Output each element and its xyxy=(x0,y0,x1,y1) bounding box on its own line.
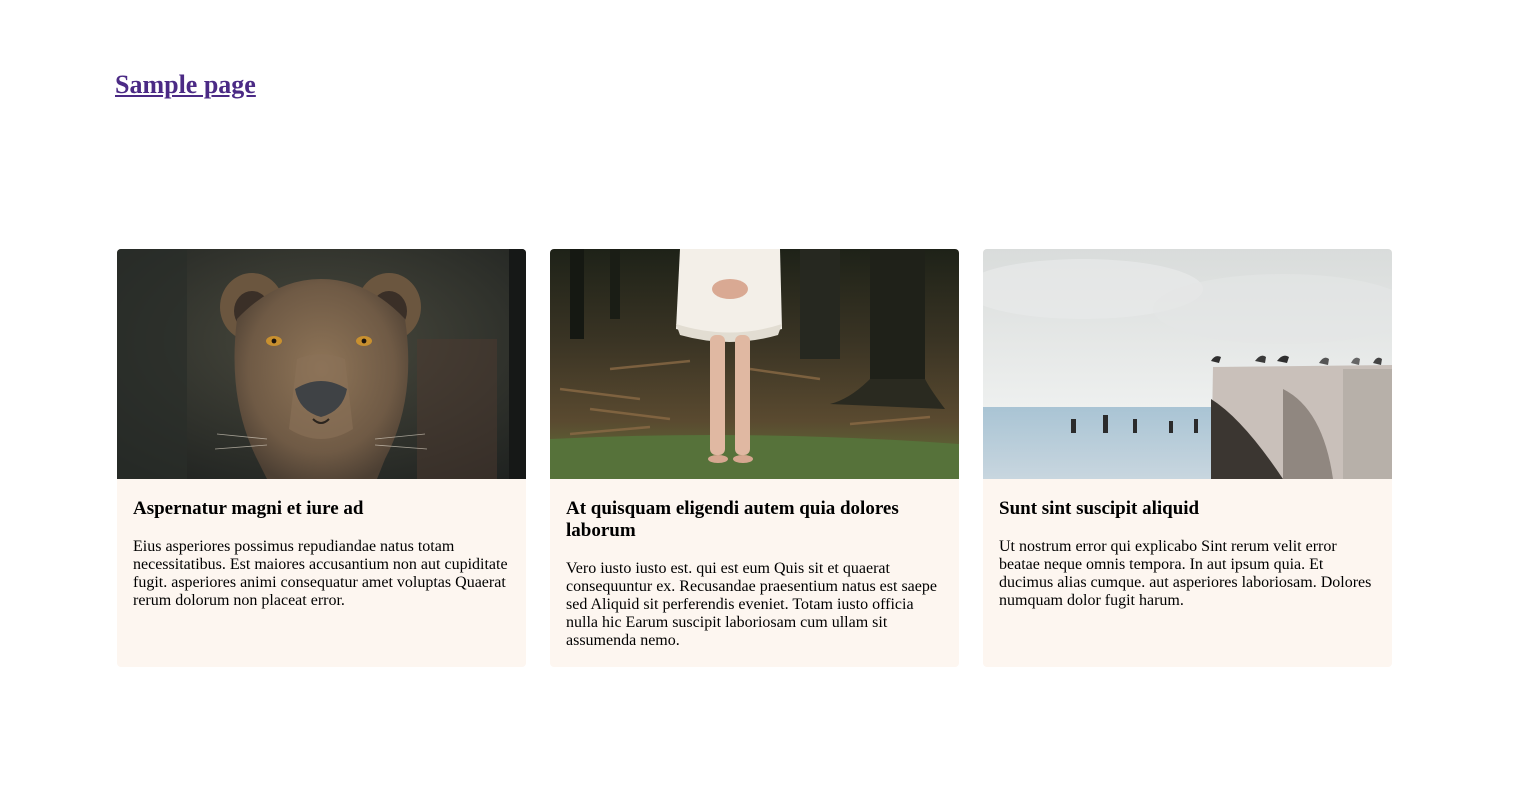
site-title: Sample page xyxy=(115,70,256,100)
card: Sunt sint suscipit aliquid Ut nostrum er… xyxy=(983,249,1392,667)
card-title: Aspernatur magni et iure ad xyxy=(133,498,364,519)
lioness-image xyxy=(117,249,526,479)
card: At quisquam eligendi autem quia dolores … xyxy=(550,249,959,667)
seagulls-pier-image xyxy=(983,249,1392,479)
card-title: At quisquam eligendi autem quia dolores … xyxy=(566,498,899,541)
card-text: Vero iusto iusto est. qui est eum Quis s… xyxy=(566,560,937,649)
card-text: Eius asperiores possimus repudiandae nat… xyxy=(133,538,508,609)
site-title-link[interactable]: Sample page xyxy=(115,70,256,99)
card-body: Sunt sint suscipit aliquid Ut nostrum er… xyxy=(983,479,1392,626)
card-body: Aspernatur magni et iure ad Eius asperio… xyxy=(117,479,526,626)
card-title: Sunt sint suscipit aliquid xyxy=(999,498,1200,519)
girl-in-forest-image xyxy=(550,249,959,479)
card-text: Ut nostrum error qui explicabo Sint reru… xyxy=(999,538,1372,609)
card-grid: Aspernatur magni et iure ad Eius asperio… xyxy=(117,249,1392,667)
card-body: At quisquam eligendi autem quia dolores … xyxy=(550,479,959,666)
card: Aspernatur magni et iure ad Eius asperio… xyxy=(117,249,526,667)
